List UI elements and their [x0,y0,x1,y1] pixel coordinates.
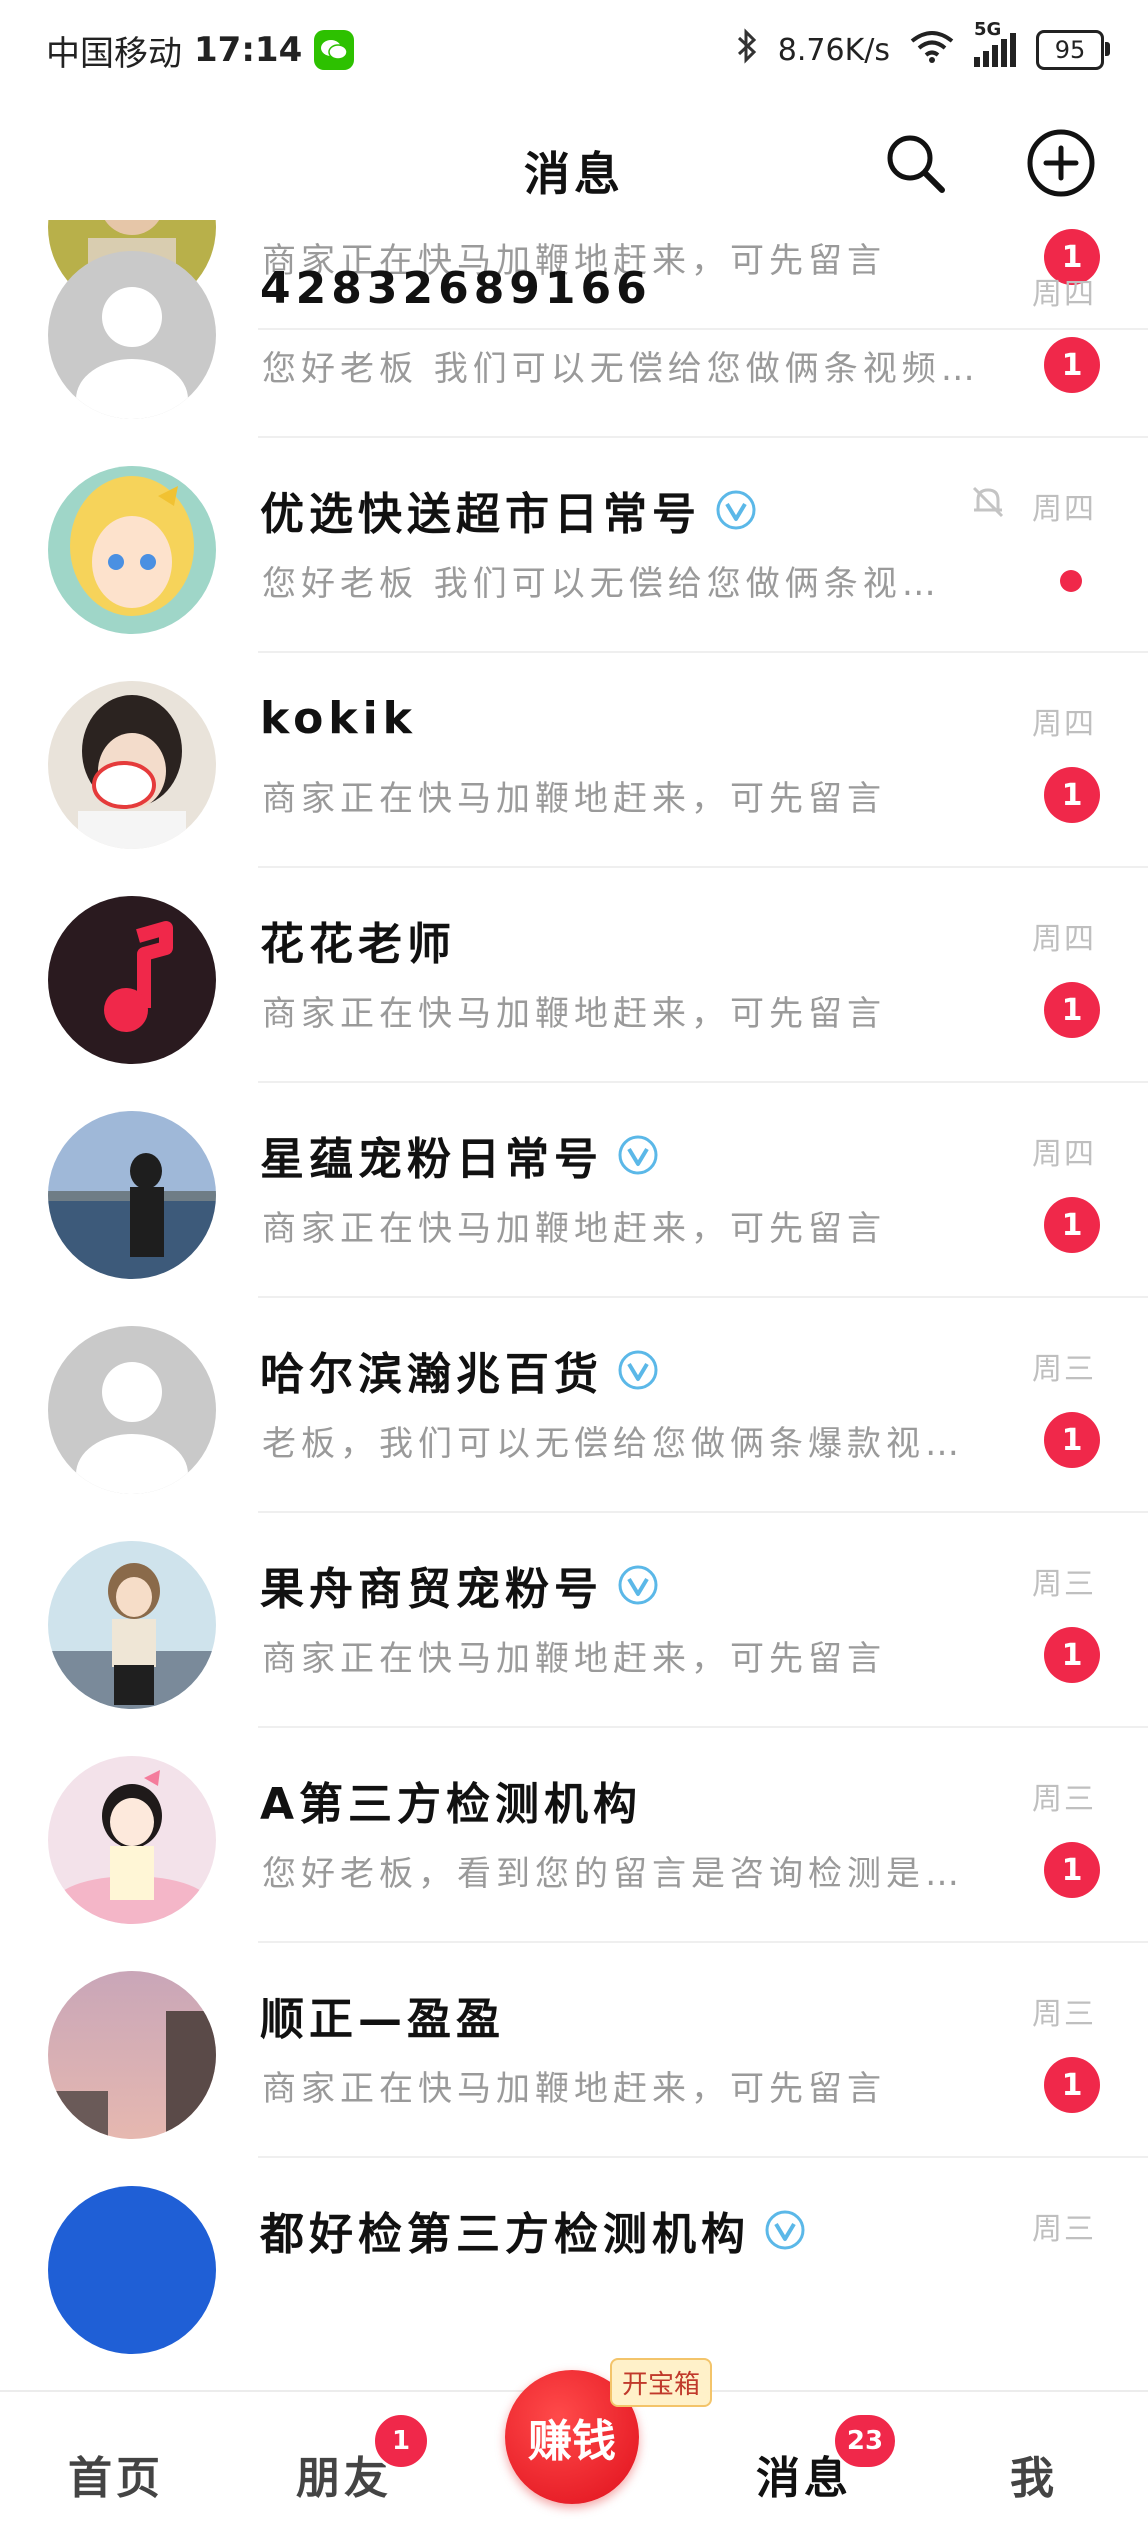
unread-badge: 1 [1044,767,1100,823]
conversation-row[interactable]: 42832689166 周四 您好老板 我们可以无偿给您做俩条视频… 1 [0,223,1148,438]
contact-name: 花花老师 [260,919,456,970]
add-button[interactable] [1026,128,1096,198]
conversation-row[interactable]: 果舟商贸宠粉号 周三 商家正在快马加鞭地赶来，可先留言 1 [0,1513,1148,1728]
message-preview: 商家正在快马加鞭地赶来，可先留言 [262,1209,886,1249]
avatar [48,2186,216,2354]
message-preview: 老板，我们可以无偿给您做俩条爆款视… [262,1424,964,1464]
conversation-row[interactable]: 花花老师 周四 商家正在快马加鞭地赶来，可先留言 1 [0,868,1148,1083]
conversation-list[interactable]: 商家正在快马加鞭地赶来，可先留言 1 42832689166 周四 您好老板 我… [0,210,1148,2390]
unread-badge: 1 [1044,337,1100,393]
contact-name-text: 优选快送超市日常号 [260,489,701,540]
message-time: 周三 [1032,1782,1096,1817]
avatar [48,1971,216,2139]
clock: 17:14 [194,30,303,70]
contact-name: 都好检第三方检测机构 [260,2198,806,2262]
message-time: 周四 [1032,1137,1096,1172]
message-time: 周四 [1032,277,1096,312]
verified-icon [715,489,757,531]
contact-name: 星蕴宠粉日常号 [260,1123,659,1187]
avatar [48,681,216,849]
network-type-label: 5G [974,19,1002,40]
conversation-row[interactable]: 都好检第三方检测机构 周三 [0,2158,1148,2373]
page-title: 消息 [524,147,624,201]
cellular-signal-icon: 5G [974,19,1016,67]
message-preview: 商家正在快马加鞭地赶来，可先留言 [262,994,886,1034]
mute-bell-icon [968,482,1008,526]
conversation-row[interactable]: 顺正—盈盈 周三 商家正在快马加鞭地赶来，可先留言 1 [0,1943,1148,2158]
conversation-row[interactable]: 星蕴宠粉日常号 周四 商家正在快马加鞭地赶来，可先留言 1 [0,1083,1148,1298]
wifi-icon [910,29,954,71]
contact-name: kokik [260,693,417,744]
battery-icon: 95 [1036,30,1110,70]
contact-name: 优选快送超市日常号 [260,478,757,542]
unread-badge: 1 [1044,1412,1100,1468]
conversation-row[interactable]: A第三方检测机构 周三 您好老板，看到您的留言是咨询检测是… 1 [0,1728,1148,1943]
contact-name: 果舟商贸宠粉号 [260,1553,659,1617]
message-time: 周四 [1032,922,1096,957]
message-time: 周三 [1032,1997,1096,2032]
default-avatar [48,1326,216,1494]
avatar [48,1756,216,1924]
friends-badge: 1 [372,2412,430,2470]
message-preview: 商家正在快马加鞭地赶来，可先留言 [262,779,886,819]
message-time: 周三 [1032,1567,1096,1602]
contact-name: 哈尔滨瀚兆百货 [260,1338,659,1402]
message-time: 周三 [1032,1352,1096,1387]
conversation-row[interactable]: kokik 周四 商家正在快马加鞭地赶来，可先留言 1 [0,653,1148,868]
status-bar: 中国移动 17:14 8.76K/s 5G 95 [0,0,1148,100]
default-avatar [48,251,216,419]
unread-dot [1060,570,1082,592]
verified-icon [617,1134,659,1176]
top-bar: 消息 [0,100,1148,220]
message-time: 周四 [1032,707,1096,742]
wechat-notification-icon [314,30,355,70]
contact-name: 顺正—盈盈 [260,1994,505,2045]
contact-name: A第三方检测机构 [260,1779,643,1830]
unread-badge: 1 [1044,1842,1100,1898]
search-button[interactable] [880,128,950,198]
search-icon [887,135,945,193]
message-preview: 商家正在快马加鞭地赶来，可先留言 [262,1639,886,1679]
verified-icon [617,1349,659,1391]
unread-badge: 1 [1044,982,1100,1038]
carrier-label: 中国移动 [46,33,182,74]
contact-name-text: 哈尔滨瀚兆百货 [260,1349,603,1400]
verified-icon [764,2209,806,2251]
messages-badge: 23 [832,2412,898,2470]
battery-level: 95 [1054,36,1086,64]
tab-home[interactable]: 首页 [68,2442,164,2506]
contact-name-text: 都好检第三方检测机构 [260,2209,750,2260]
contact-name-text: 星蕴宠粉日常号 [260,1134,603,1185]
unread-badge: 1 [1044,2057,1100,2113]
avatar [48,1541,216,1709]
avatar [48,466,216,634]
contact-name-text: 果舟商贸宠粉号 [260,1564,603,1615]
message-preview: 您好老板 我们可以无偿给您做俩条视频… [262,349,980,389]
avatar [48,896,216,1064]
message-time: 周三 [1032,2212,1096,2247]
bluetooth-icon [736,28,758,72]
verified-icon [617,1564,659,1606]
network-speed: 8.76K/s [777,32,890,68]
unread-badge: 1 [1044,1627,1100,1683]
conversation-row[interactable]: 哈尔滨瀚兆百货 周三 老板，我们可以无偿给您做俩条爆款视… 1 [0,1298,1148,1513]
unread-badge: 1 [1044,1197,1100,1253]
contact-name: 42832689166 [260,263,652,314]
avatar [48,1111,216,1279]
message-preview: 您好老板 我们可以无偿给您做俩条视… [262,564,941,604]
tab-me[interactable]: 我 [1010,2442,1058,2506]
conversation-row[interactable]: 优选快送超市日常号 周四 您好老板 我们可以无偿给您做俩条视… [0,438,1148,653]
message-preview: 商家正在快马加鞭地赶来，可先留言 [262,2069,886,2109]
earn-label: 赚钱 [528,2416,616,2467]
message-preview: 您好老板，看到您的留言是咨询检测是… [262,1854,964,1894]
plus-circle-icon [1027,129,1095,197]
message-time: 周四 [1032,492,1096,527]
treasure-box-tag[interactable]: 开宝箱 [610,2358,713,2407]
